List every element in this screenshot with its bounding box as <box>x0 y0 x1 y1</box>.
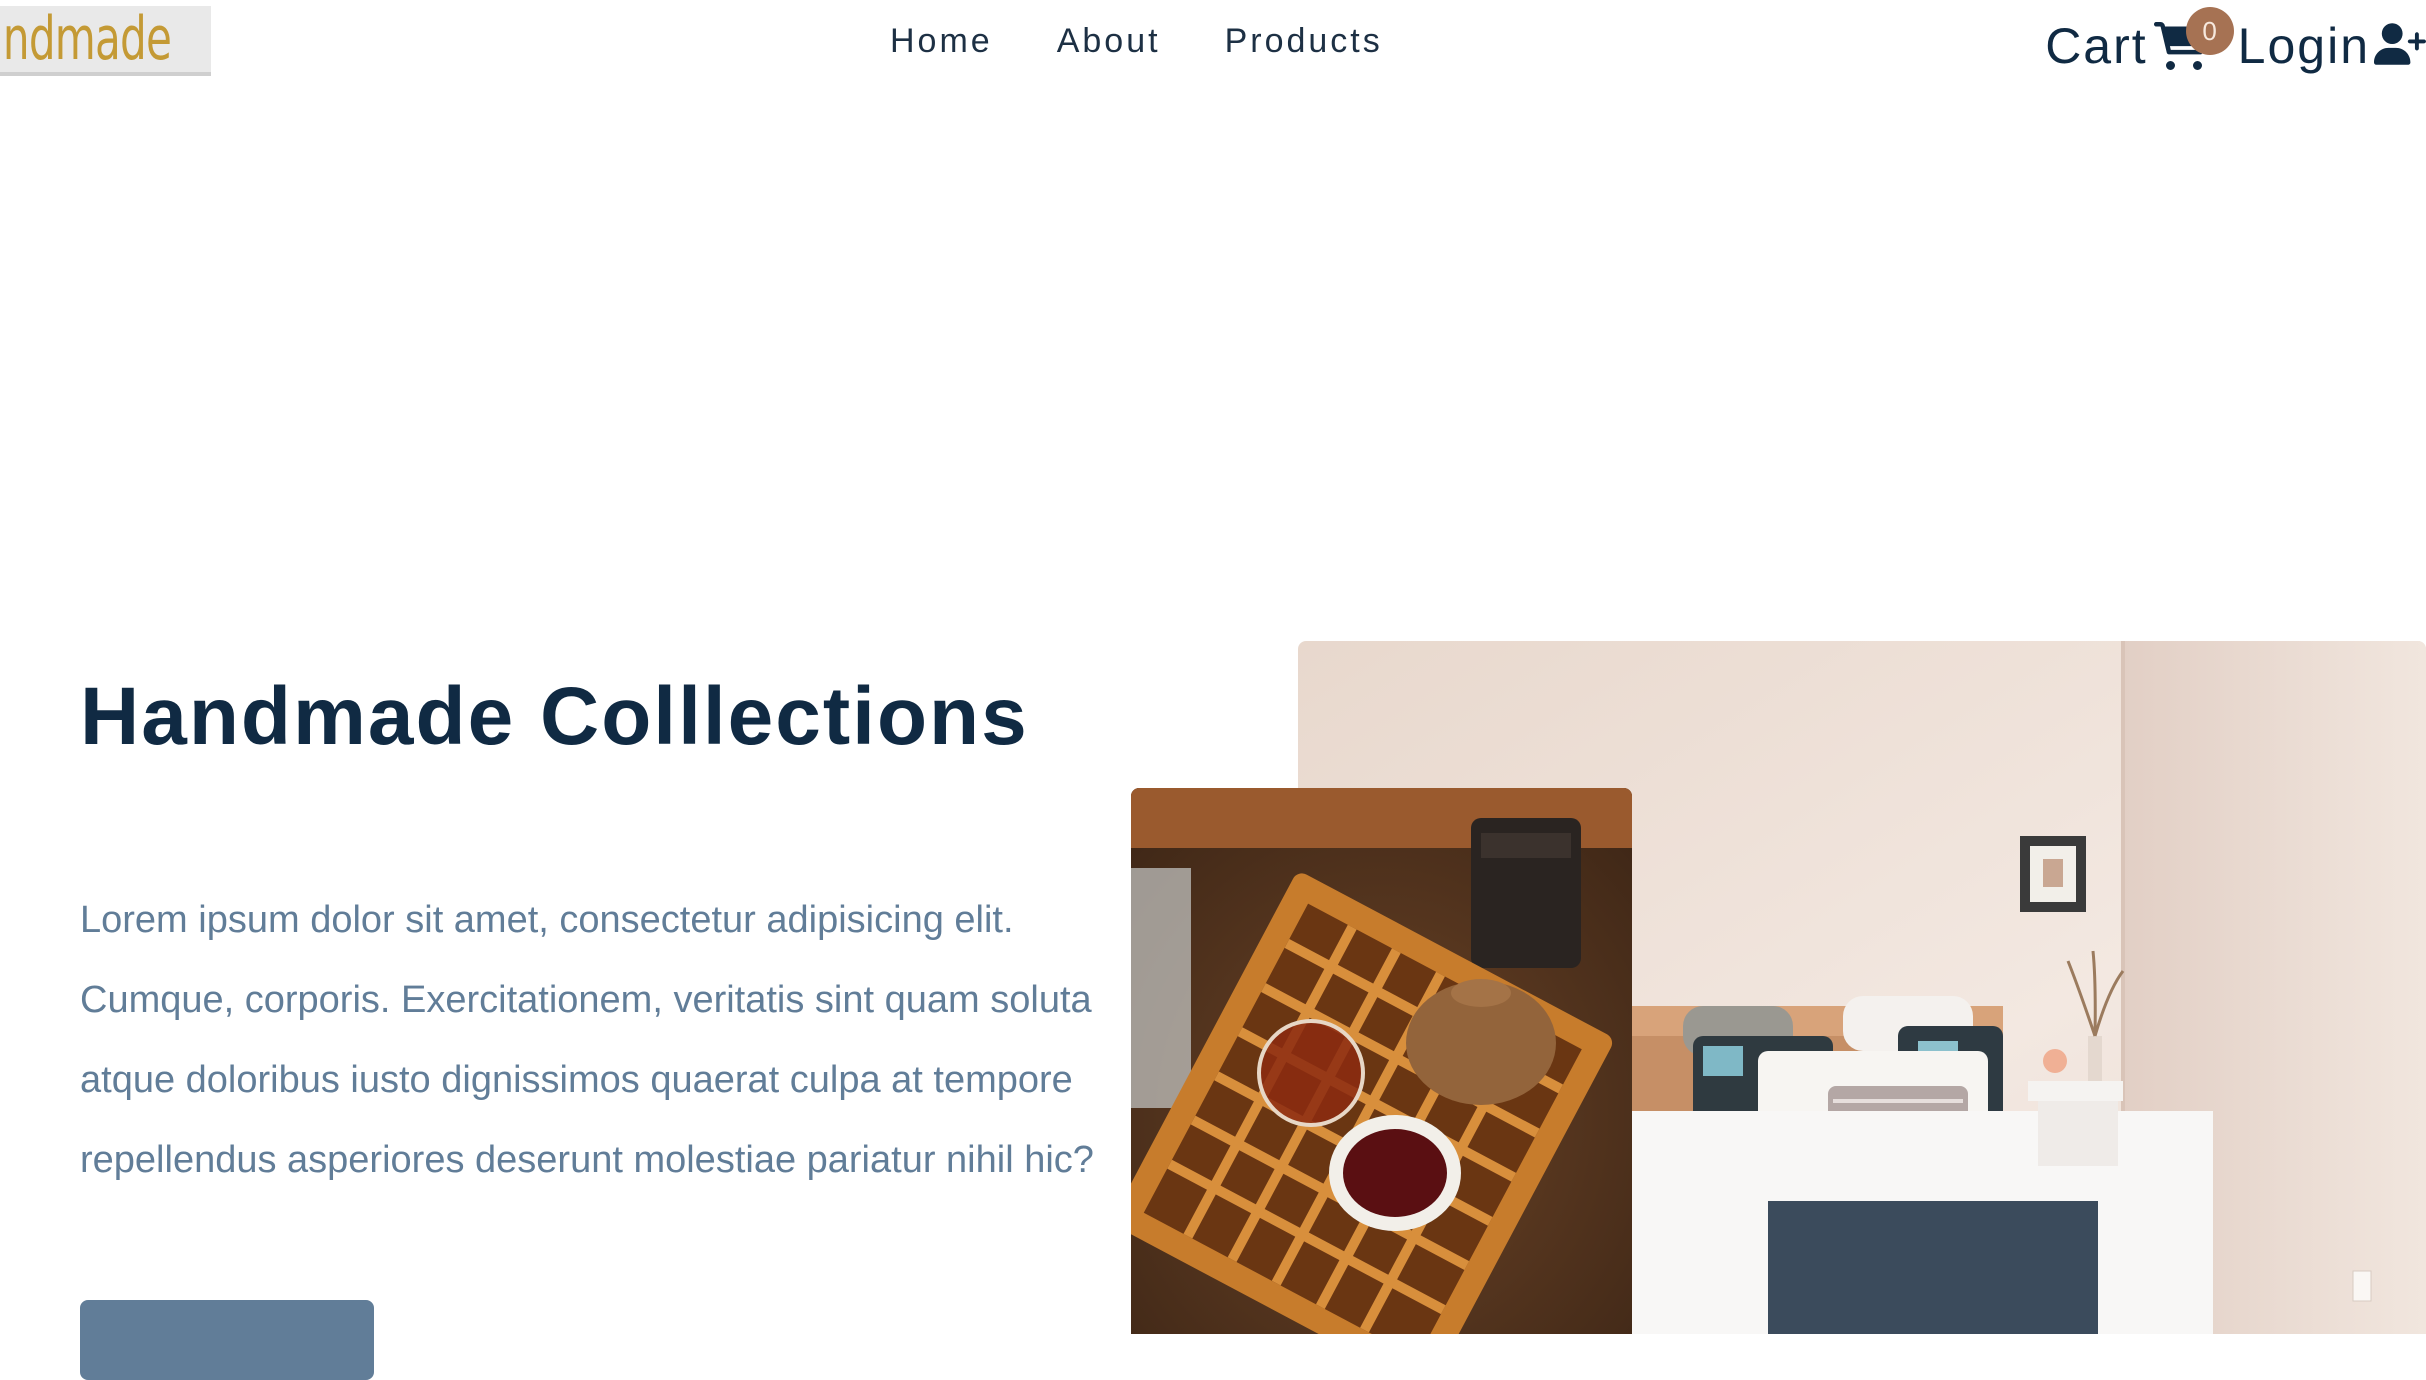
cart-count-badge: 0 <box>2185 7 2234 55</box>
hero-image-tea <box>1131 788 1632 1334</box>
user-plus-icon <box>2374 22 2426 65</box>
login-link[interactable]: Login <box>2238 17 2370 75</box>
login-button[interactable] <box>2370 22 2426 71</box>
nav-link-products[interactable]: Products <box>1225 22 1383 61</box>
header-actions: Cart 0 Login <box>2045 7 2426 82</box>
nav-link-about[interactable]: About <box>1057 22 1161 61</box>
logo[interactable]: Handmade <box>0 4 211 76</box>
cart-link[interactable]: Cart <box>2045 17 2147 75</box>
cart-button[interactable]: 0 <box>2153 7 2234 73</box>
logo-text: Handmade <box>0 4 172 74</box>
hero-description: Lorem ipsum dolor sit amet, consectetur … <box>80 899 1094 1181</box>
hero-cta-button[interactable] <box>80 1300 374 1380</box>
main-nav: Home About Products <box>890 22 1383 61</box>
nav-link-home[interactable]: Home <box>890 22 993 61</box>
hero-title: Handmade Colllections <box>80 671 1029 762</box>
